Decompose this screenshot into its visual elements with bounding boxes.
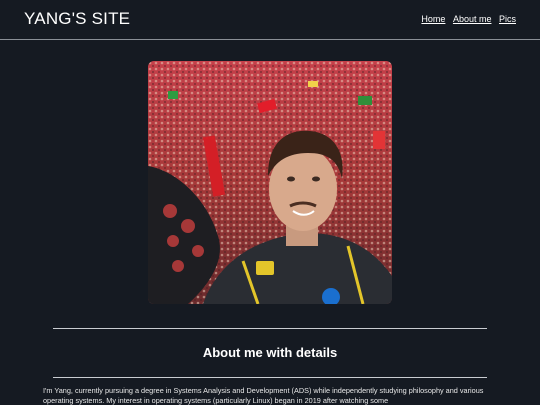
site-header: YANG'S SITE Home About me Pics (0, 0, 540, 40)
section-divider-top (53, 328, 487, 329)
nav-link-about-me[interactable]: About me (453, 14, 492, 24)
about-bio-text: I'm Yang, currently pursuing a degree in… (43, 386, 484, 405)
nav-link-pics[interactable]: Pics (499, 14, 516, 24)
main-nav: Home About me Pics (416, 14, 516, 24)
section-divider-bottom (53, 377, 487, 378)
nav-link-home[interactable]: Home (421, 14, 445, 24)
site-title: YANG'S SITE (24, 9, 131, 28)
about-heading: About me with details (202, 345, 338, 360)
hero-photo (148, 61, 392, 304)
